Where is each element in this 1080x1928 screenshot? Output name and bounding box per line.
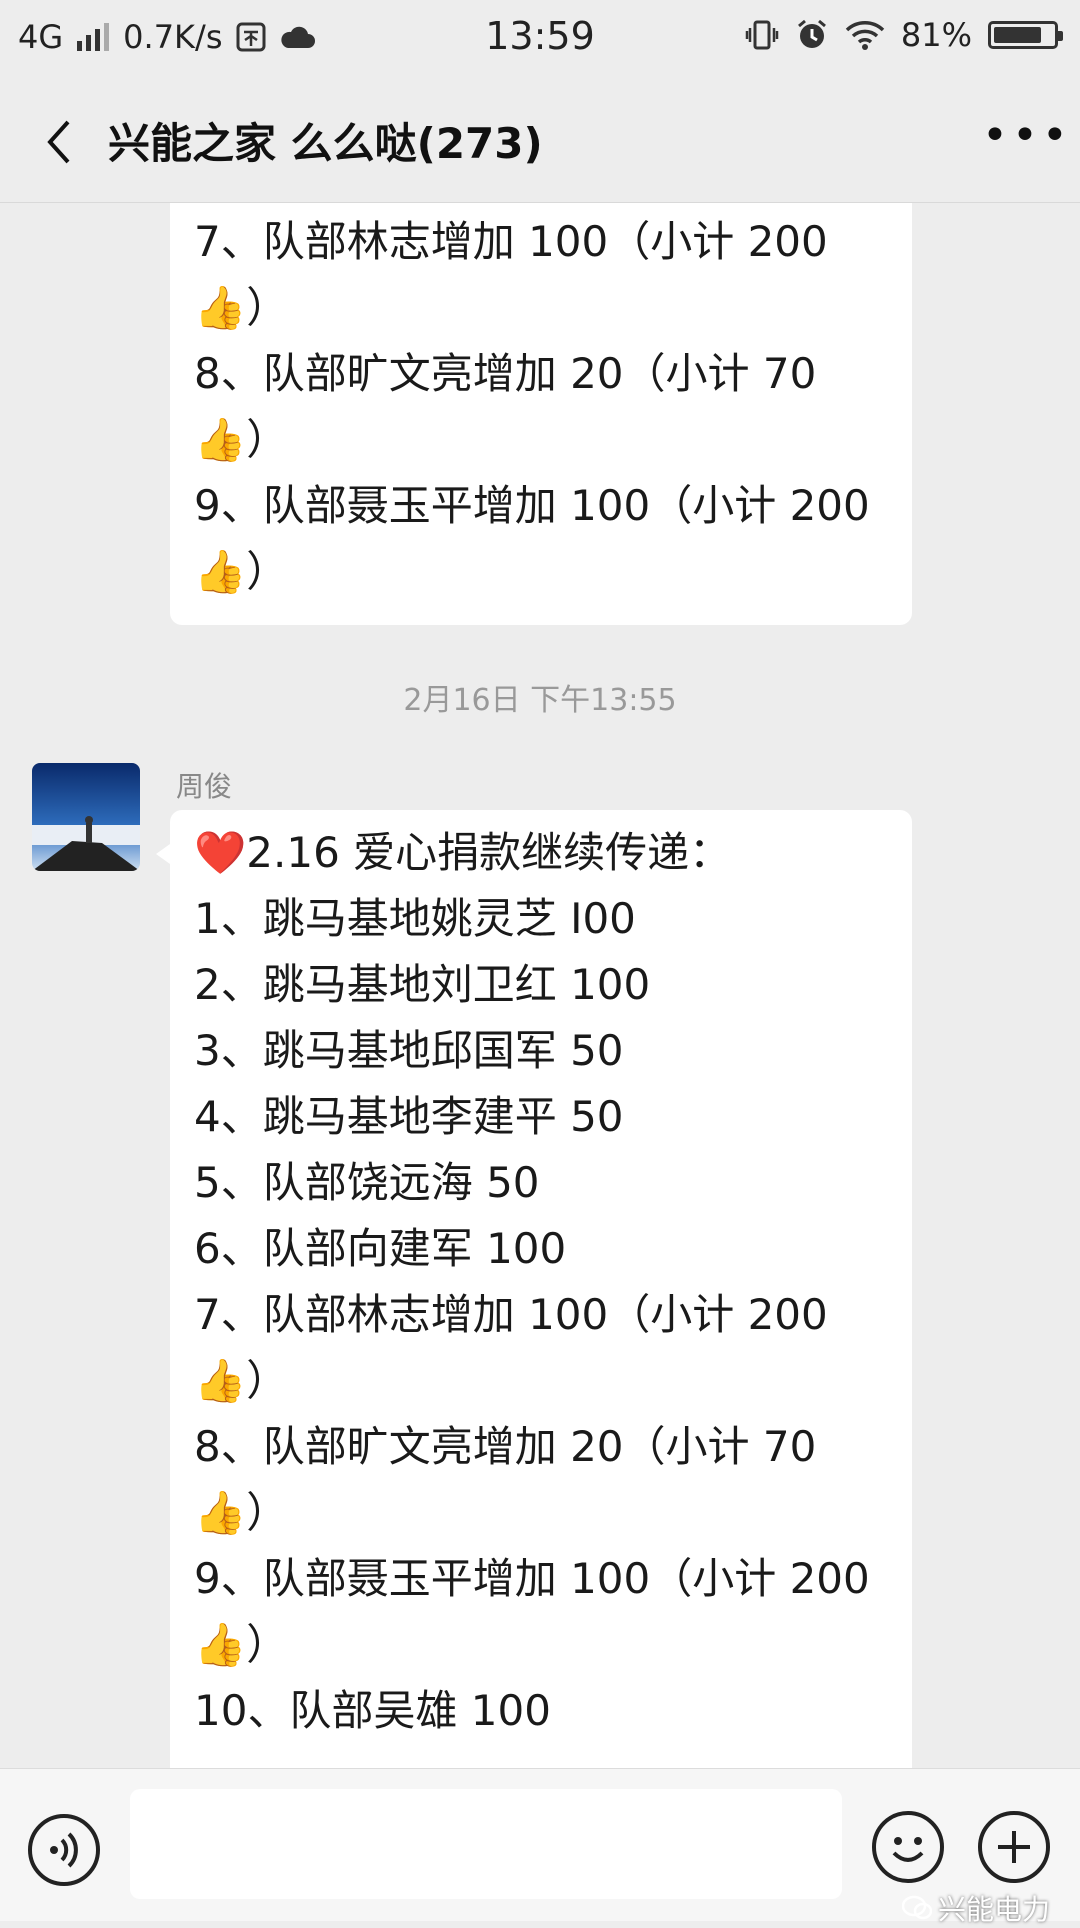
battery-percent: 81% — [900, 16, 972, 54]
heart-emoji: ❤️ — [194, 828, 247, 877]
message-line: 9、队部聂玉平增加 100（小计 200 — [194, 481, 870, 530]
message-line: ❤️2.16 爱心捐款继续传递： — [194, 820, 888, 886]
closing-paren: ） — [246, 1620, 289, 1669]
voice-icon — [50, 1832, 78, 1868]
message-line: 10、队部吴雄 100 — [194, 1686, 551, 1735]
message-line: 4、跳马基地李建平 50 — [194, 1092, 624, 1141]
emoji-button[interactable] — [872, 1811, 944, 1883]
closing-paren: ） — [246, 283, 289, 332]
closing-paren: ） — [246, 1488, 289, 1537]
message-line: 👍） — [194, 1348, 888, 1414]
message-line: 7、队部林志增加 100（小计 200 — [194, 217, 828, 266]
message-line: 1、跳马基地姚灵芝 I00 — [194, 894, 636, 943]
avatar[interactable] — [32, 763, 140, 871]
closing-paren: ） — [246, 1356, 289, 1405]
closing-paren: ） — [246, 547, 289, 596]
message-line: 👍） — [194, 1480, 888, 1546]
vibrate-icon — [745, 20, 779, 50]
message-bubble[interactable]: ❤️2.16 爱心捐款继续传递： 1、跳马基地姚灵芝 I00 2、跳马基地刘卫红… — [156, 810, 912, 1768]
wechat-logo-icon — [901, 1895, 932, 1920]
message-line: 8、队部旷文亮增加 20（小计 70 — [194, 1422, 817, 1471]
message-line: 👍） — [194, 407, 888, 473]
emoji-icon — [892, 1837, 924, 1862]
thumbs-up-emoji: 👍 — [194, 415, 247, 464]
message-input[interactable] — [130, 1789, 842, 1899]
chat-header: 兴能之家 么么哒(273) ••• — [0, 80, 1080, 203]
thumbs-up-emoji: 👍 — [194, 1356, 247, 1405]
chat-area[interactable]: 7、队部林志增加 100（小计 200 👍） 8、队部旷文亮增加 20（小计 7… — [0, 203, 1080, 1768]
thumbs-up-emoji: 👍 — [194, 1620, 247, 1669]
wifi-icon — [845, 21, 885, 50]
more-options-icon[interactable]: ••• — [982, 114, 1068, 166]
message-line: 5、队部饶远海 50 — [194, 1158, 540, 1207]
closing-paren: ） — [246, 415, 289, 464]
watermark: 兴能电力 — [901, 1888, 1050, 1928]
message-bubble-previous[interactable]: 7、队部林志增加 100（小计 200 👍） 8、队部旷文亮增加 20（小计 7… — [170, 203, 912, 625]
battery-fill — [994, 27, 1041, 43]
chat-title: 兴能之家 么么哒(273) — [108, 119, 543, 168]
message-line: 3、跳马基地邱国军 50 — [194, 1026, 624, 1075]
message-line: 6、队部向建军 100 — [194, 1224, 567, 1273]
status-bar: 4G 0.7K/s 13:59 81% — [0, 0, 1080, 80]
message-line: 2、跳马基地刘卫红 100 — [194, 960, 651, 1009]
message-line: 👍） — [194, 1612, 888, 1678]
more-functions-button[interactable] — [978, 1811, 1050, 1883]
message-line: 👍） — [194, 539, 888, 605]
message-heading: 2.16 爱心捐款继续传递： — [246, 828, 732, 877]
message-line: 👍） — [194, 275, 888, 341]
thumbs-up-emoji: 👍 — [194, 1488, 247, 1537]
battery-icon — [988, 21, 1063, 49]
message-line: 8、队部旷文亮增加 20（小计 70 — [194, 349, 817, 398]
voice-input-button[interactable] — [28, 1814, 100, 1886]
back-arrow-icon[interactable] — [38, 112, 98, 172]
plus-icon — [998, 1831, 1030, 1863]
message-line: 9、队部聂玉平增加 100（小计 200 — [194, 1554, 870, 1603]
message-line: 7、队部林志增加 100（小计 200 — [194, 1290, 828, 1339]
watermark-text: 兴能电力 — [937, 1893, 1050, 1926]
status-right: 81% — [745, 16, 1063, 54]
avatar-image — [32, 763, 140, 871]
thumbs-up-emoji: 👍 — [194, 283, 247, 332]
sender-name: 周俊 — [176, 770, 233, 803]
alarm-icon — [797, 19, 826, 48]
message-timestamp: 2月16日 下午13:55 — [403, 683, 677, 718]
thumbs-up-emoji: 👍 — [194, 547, 247, 596]
